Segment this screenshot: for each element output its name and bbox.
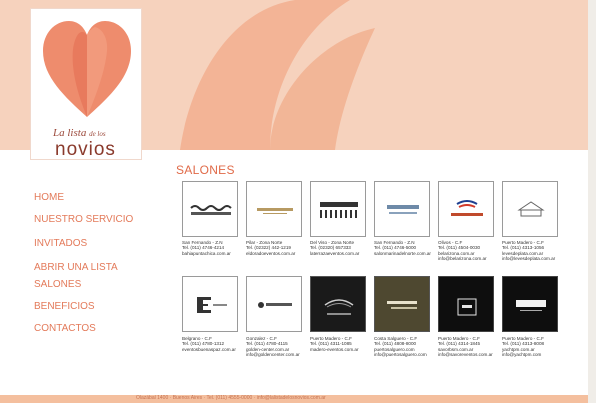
logo-tagline: La lista de los bbox=[53, 127, 106, 139]
venue-caption: Puerto Madero - C.F Tel. (011) 4313-8008… bbox=[502, 336, 564, 358]
venue-website[interactable]: eldoradoeventos.com.ar bbox=[246, 251, 308, 256]
marina-logo-icon bbox=[387, 205, 419, 214]
venue-logo-savor bbox=[443, 281, 491, 329]
el-dorado-logo-icon bbox=[257, 208, 293, 214]
site-logo[interactable]: La lista de los novios bbox=[30, 8, 142, 160]
venue-tile-la-terraza[interactable] bbox=[310, 181, 366, 237]
venue-website[interactable]: laterrazaeventos.com.ar bbox=[310, 251, 372, 256]
logo-small-text-2: de los bbox=[89, 130, 106, 138]
nav-item-salones[interactable]: SALONES bbox=[34, 279, 81, 290]
venue-logo-belarizona bbox=[443, 186, 491, 234]
venue-email[interactable]: info@goldencenter.com.ar bbox=[246, 352, 308, 357]
venue-tile-yacht[interactable] bbox=[502, 276, 558, 332]
campanile-logo-icon bbox=[324, 299, 354, 315]
venue-email[interactable]: info@yachtpm.com bbox=[502, 352, 564, 357]
venue-caption: Pilar - Zona Norte Tel. (02322) 442-1219… bbox=[246, 240, 308, 256]
bahia-logo-icon bbox=[190, 205, 232, 215]
venue-tile-campanile[interactable] bbox=[310, 276, 366, 332]
venue-caption: Del Viso - Zona Norte Tel. (02320) 65733… bbox=[310, 240, 372, 256]
nav-item-beneficios[interactable]: BENEFICIOS bbox=[34, 301, 95, 312]
venue-tile-belarizona[interactable] bbox=[438, 181, 494, 237]
savor-logo-icon bbox=[457, 298, 477, 316]
venue-caption: Costa Salguero - C.F Tel. (011) 4808-800… bbox=[374, 336, 436, 358]
venue-caption: Puerto Madero - C.F Tel. (011) 4314-1845… bbox=[438, 336, 500, 358]
golden-center-logo-icon bbox=[258, 302, 292, 308]
venue-logo-eventos bbox=[187, 281, 235, 329]
la-terraza-logo-icon bbox=[320, 202, 358, 218]
eventos-logo-icon bbox=[197, 297, 227, 313]
venue-website[interactable]: bahiapuntachica.com.ar bbox=[182, 251, 244, 256]
venue-logo-bahia bbox=[187, 186, 235, 234]
venue-caption: Puerto Madero - C.F Tel. (011) 4311-1085… bbox=[310, 336, 372, 352]
venue-tile-eventos-belgrano[interactable] bbox=[182, 276, 238, 332]
venue-caption: Gonzalez - C.F Tel. (011) 4780-4115 gold… bbox=[246, 336, 308, 358]
yacht-logo-icon bbox=[516, 300, 546, 311]
petal-decoration-icon bbox=[180, 0, 375, 150]
venue-email[interactable]: info@levesdeplata.com.ar bbox=[502, 256, 564, 261]
venue-tile-bahia[interactable] bbox=[182, 181, 238, 237]
nav-item-nuestro-servicio[interactable]: NUESTRO SERVICIO bbox=[34, 214, 133, 225]
venue-tile-marina-del-norte[interactable] bbox=[374, 181, 430, 237]
venue-logo-el-dorado bbox=[251, 186, 299, 234]
venue-caption: Belgrano - C.F Tel. (011) 4780-1312 even… bbox=[182, 336, 244, 352]
logo-wordmark: novios bbox=[55, 139, 116, 160]
venue-tile-savor[interactable] bbox=[438, 276, 494, 332]
venue-tile-golden-center[interactable] bbox=[246, 276, 302, 332]
footer-text: Olazábal 1400 · Buenos Aires · Tel. (011… bbox=[136, 395, 326, 401]
venue-website[interactable]: madero-eventos.com.ar bbox=[310, 347, 372, 352]
venue-email[interactable]: info@belarizona.com.ar bbox=[438, 256, 500, 261]
heart-logo-icon bbox=[43, 21, 131, 117]
venue-website[interactable]: eventosbuenaspaz.com.ar bbox=[182, 347, 244, 352]
nav-item-abrir-una-lista[interactable]: ABRIR UNA LISTA bbox=[34, 262, 118, 273]
venue-logo-la-terraza bbox=[315, 186, 363, 234]
nav-item-invitados[interactable]: INVITADOS bbox=[34, 238, 87, 249]
venue-email[interactable]: info@puertosalguero.com bbox=[374, 352, 436, 357]
venue-logo-puerto-madero-1 bbox=[507, 186, 555, 234]
venue-email[interactable]: info@savoreventos.com.ar bbox=[438, 352, 500, 357]
venue-website[interactable]: salonmarinadelnorte.com.ar bbox=[374, 251, 436, 256]
nav-item-contactos[interactable]: CONTACTOS bbox=[34, 323, 96, 334]
nav-item-home[interactable]: HOME bbox=[34, 192, 64, 203]
venue-caption: Olivos - C.F Tel. (011) 4504-0030 belari… bbox=[438, 240, 500, 262]
venue-logo-marina bbox=[379, 186, 427, 234]
venue-caption: San Fernando - Z.N Tel. (011) 4746-5000 … bbox=[374, 240, 436, 256]
venue-caption: Puerto Madero - C.F Tel. (011) 4313-1056… bbox=[502, 240, 564, 262]
venue-caption: San Fernando - Z.N Tel. (011) 4746-4214 … bbox=[182, 240, 244, 256]
venue-logo-golden-center bbox=[251, 281, 299, 329]
venue-logo-campanile bbox=[315, 281, 363, 329]
venue-tile-puerto-salguero[interactable] bbox=[374, 276, 430, 332]
belarizona-logo-icon bbox=[451, 200, 483, 216]
venue-logo-puerto-salguero bbox=[379, 281, 427, 329]
page: La lista de los novios HOME NUESTRO SERV… bbox=[0, 0, 596, 403]
puerto-salguero-logo-icon bbox=[387, 301, 417, 309]
venue-tile-el-dorado[interactable] bbox=[246, 181, 302, 237]
venue-tile-puerto-madero-1[interactable] bbox=[502, 181, 558, 237]
page-edge bbox=[588, 0, 596, 403]
venue-logo-yacht bbox=[507, 281, 555, 329]
logo-small-text-1: La lista bbox=[53, 127, 87, 139]
section-title: SALONES bbox=[176, 163, 235, 177]
pavilion-logo-icon bbox=[517, 201, 545, 217]
